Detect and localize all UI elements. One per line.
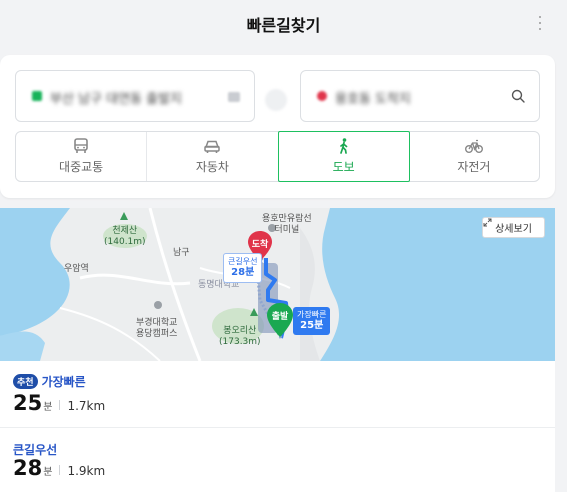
map-label-bongorisan: 봉오리산 (173.3m) — [219, 326, 261, 347]
end-marker-label: 도착 — [251, 240, 269, 250]
alt-route-bubble-time: 28분 — [231, 267, 255, 278]
fast-route-bubble-name: 가장빠른 — [297, 310, 327, 319]
start-marker-label: 출발 — [271, 312, 289, 322]
tab-label: 대중교통 — [59, 160, 104, 174]
route-minutes: 28 — [13, 456, 43, 480]
expand-icon — [483, 218, 492, 227]
end-location-field[interactable]: 용호동 도착지 — [300, 70, 540, 122]
divider — [59, 465, 61, 475]
route-option-main-road[interactable]: 큰길우선 28 분 1.9km — [0, 429, 555, 492]
alt-route-bubble[interactable]: 큰길우선 28분 — [223, 253, 263, 283]
fast-route-bubble[interactable]: 가장빠른 25분 — [293, 307, 331, 335]
map-label-nam-gu: 남구 — [173, 248, 190, 258]
bicycle-icon — [464, 139, 483, 153]
page-title: 빠른길찾기 — [246, 16, 321, 35]
tab-car[interactable]: 자동차 — [147, 132, 279, 181]
transport-mode-tabs: 대중교통 자동차 도보 자전거 — [15, 131, 540, 182]
car-icon — [204, 140, 221, 153]
search-icon[interactable] — [511, 89, 525, 103]
end-location-text: 용호동 도착지 — [335, 92, 411, 107]
bus-icon — [74, 138, 88, 153]
fast-route-bubble-time: 25분 — [300, 320, 324, 331]
route-results: 추천 가장빠른 25 분 1.7km 큰길우선 28 분 1.9km — [0, 361, 555, 492]
route-map[interactable]: 천제산 (140.1m) 용호만유람선 터미널 남구 우암역 동명대학교 부경대학… — [0, 208, 555, 361]
map-detail-button[interactable]: 상세보기 — [482, 217, 545, 238]
route-name: 가장빠른 — [41, 375, 86, 389]
start-marker[interactable]: 출발 — [267, 303, 293, 337]
header: 빠른길찾기 — [0, 0, 567, 46]
route-distance: 1.7km — [67, 399, 106, 413]
walk-icon — [339, 138, 347, 154]
start-pin-icon — [32, 91, 42, 101]
map-label-uam-station: 우암역 — [64, 264, 89, 274]
tab-label: 자동차 — [195, 160, 229, 174]
tab-walk[interactable]: 도보 — [277, 131, 410, 182]
tab-bicycle[interactable]: 자전거 — [409, 132, 539, 181]
swap-locations-button[interactable] — [265, 89, 287, 111]
map-label-pukyong: 부경대학교 용당캠퍼스 — [136, 318, 178, 339]
clear-icon[interactable] — [228, 92, 240, 102]
route-minutes-unit: 분 — [43, 402, 53, 413]
search-panel: 부산 남구 대연동 출발지 용호동 도착지 대중교통 자동차 도보 자전거 — [0, 55, 555, 198]
divider — [59, 400, 61, 410]
detail-button-label: 상세보기 — [495, 224, 532, 235]
alt-route-bubble-name: 큰길우선 — [228, 257, 258, 266]
route-minutes-unit: 분 — [43, 467, 53, 478]
recommended-badge: 추천 — [13, 374, 38, 389]
start-location-field[interactable]: 부산 남구 대연동 출발지 — [15, 70, 255, 122]
end-pin-icon — [317, 91, 327, 101]
start-location-text: 부산 남구 대연동 출발지 — [50, 92, 182, 107]
map-label-cheonjesan: 천제산 (140.1m) — [104, 226, 146, 247]
more-options-icon[interactable] — [535, 14, 545, 32]
tab-label: 자전거 — [457, 160, 491, 174]
tab-public-transit[interactable]: 대중교통 — [16, 132, 148, 181]
route-minutes: 25 — [13, 391, 43, 415]
route-option-fastest[interactable]: 추천 가장빠른 25 분 1.7km — [0, 361, 555, 428]
route-distance: 1.9km — [67, 464, 106, 478]
tab-label: 도보 — [332, 160, 355, 174]
